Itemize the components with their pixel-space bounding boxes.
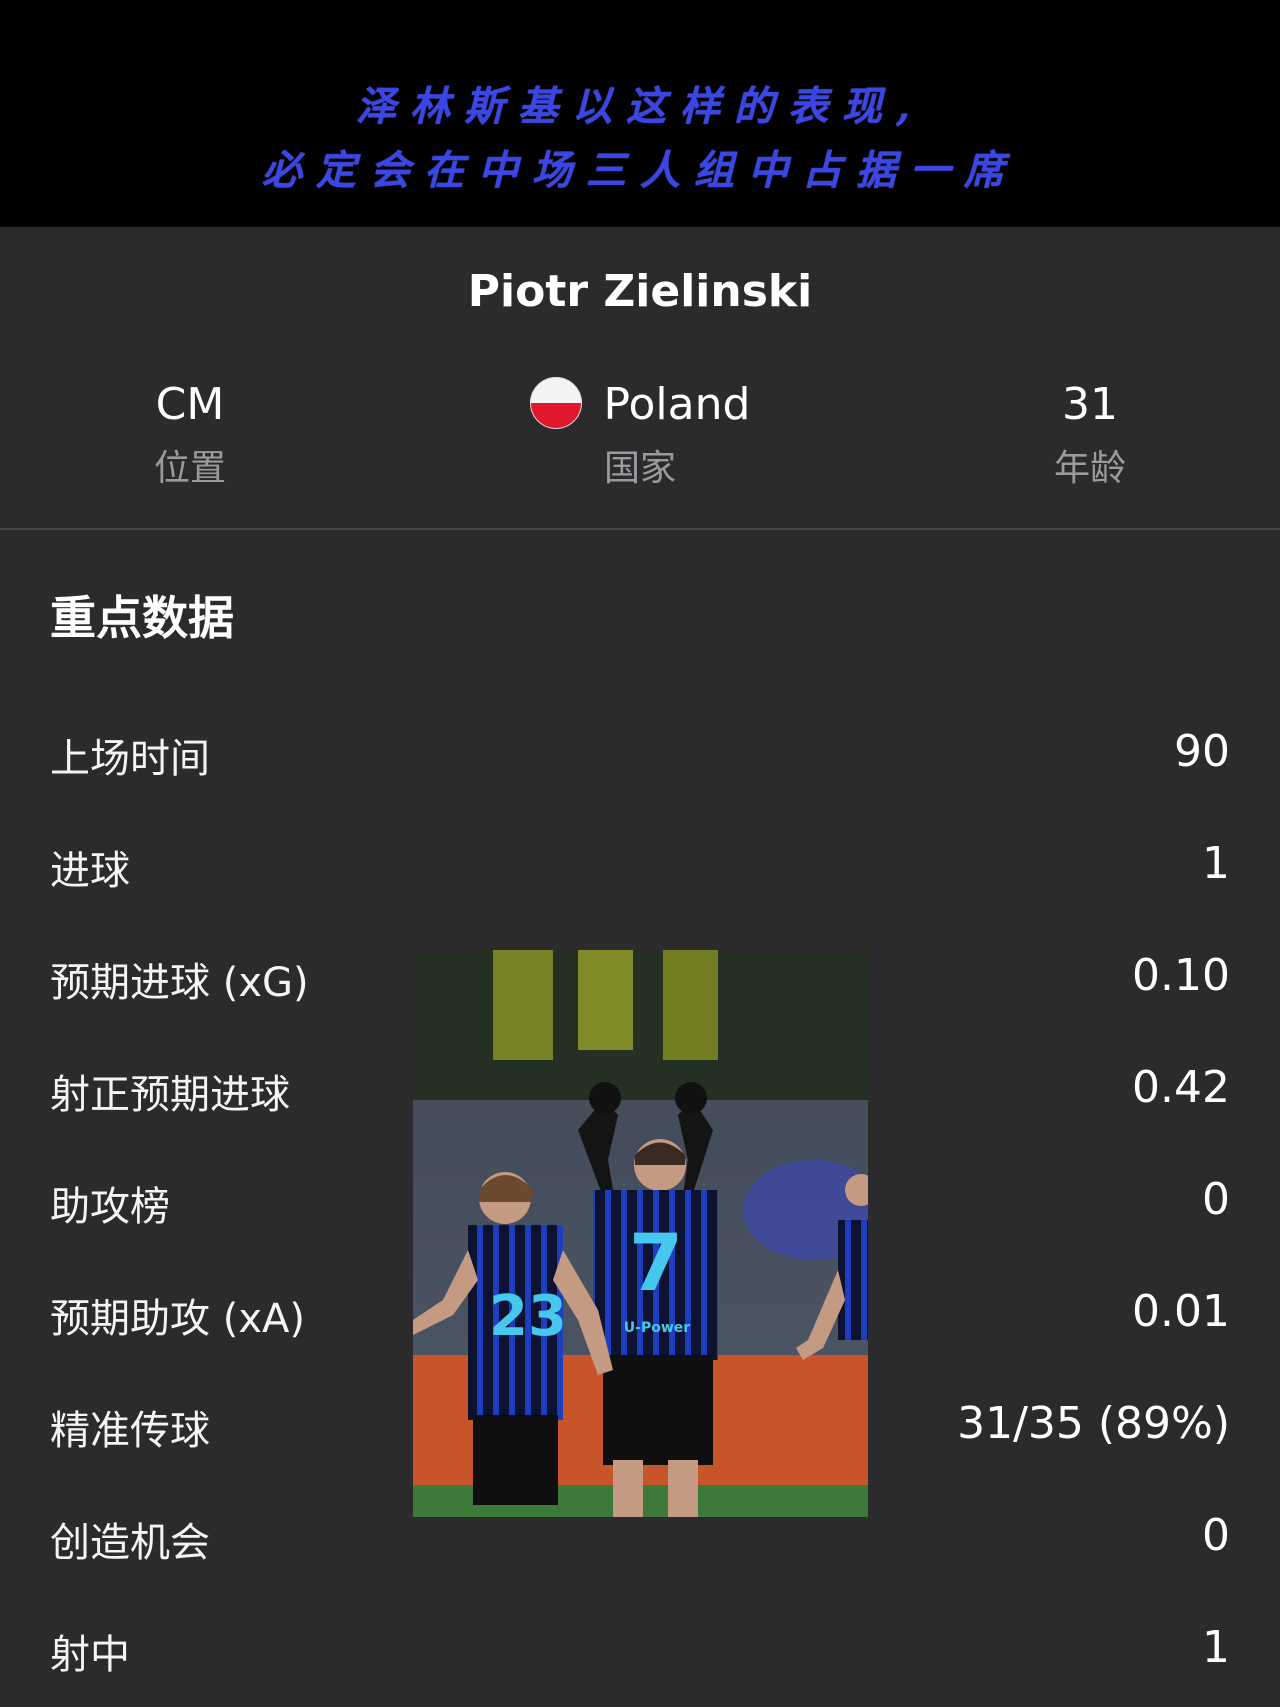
age-info: 31 年龄 [990, 375, 1190, 497]
stat-value: 0.01 [1132, 1286, 1230, 1337]
player-celebration-photo: 7 U-Power 23 [413, 950, 868, 1517]
poland-flag-icon [529, 377, 582, 429]
player-name: Piotr Zielinski [467, 266, 813, 317]
jersey-number-7: 7 [629, 1219, 683, 1309]
stat-label: 进球 [50, 848, 130, 894]
age-value: 31 [1062, 379, 1118, 430]
section-title: 重点数据 [50, 591, 234, 645]
country-value-wrap: Poland [500, 375, 780, 435]
stat-value: 90 [1174, 726, 1230, 777]
caption-banner: 泽林斯基以这样的表现, 必定会在中场三人组中占据一席 [0, 0, 1280, 227]
stat-row-goals: 进球 1 [50, 838, 1230, 898]
stat-value: 31/35 (89%) [957, 1398, 1230, 1449]
stat-label: 精准传球 [50, 1408, 210, 1454]
position-label: 位置 [153, 448, 226, 489]
stat-label: 助攻榜 [50, 1184, 170, 1230]
position-value: CM [155, 379, 225, 430]
age-label: 年龄 [1053, 448, 1126, 489]
stat-label: 预期助攻 (xA) [50, 1296, 305, 1342]
position-info: CM 位置 [90, 375, 290, 497]
stat-value: 1 [1202, 838, 1230, 889]
stat-value: 0 [1202, 1510, 1230, 1561]
header-divider [0, 528, 1280, 530]
country-info[interactable]: Poland 国家 [500, 375, 780, 497]
jersey-sponsor: U-Power [624, 1320, 690, 1336]
caption-line-2: 必定会在中场三人组中占据一席 [262, 147, 1018, 194]
stat-value: 0 [1202, 1174, 1230, 1225]
stat-label: 射中 [50, 1632, 130, 1678]
jersey-number-23: 23 [489, 1284, 567, 1349]
country-value: Poland [603, 379, 751, 430]
stat-label: 预期进球 (xG) [50, 960, 309, 1006]
stat-label: 射正预期进球 [50, 1072, 290, 1118]
stat-label: 上场时间 [50, 736, 210, 782]
stat-row-chances-created: 创造机会 0 [50, 1510, 1230, 1570]
caption-line-1: 泽林斯基以这样的表现, [356, 83, 924, 130]
stat-label: 创造机会 [50, 1520, 210, 1566]
watermark [910, 1640, 1260, 1680]
stat-value: 0.10 [1132, 950, 1230, 1001]
country-label: 国家 [603, 448, 676, 489]
stat-row-minutes: 上场时间 90 [50, 726, 1230, 786]
stat-value: 0.42 [1132, 1062, 1230, 1113]
